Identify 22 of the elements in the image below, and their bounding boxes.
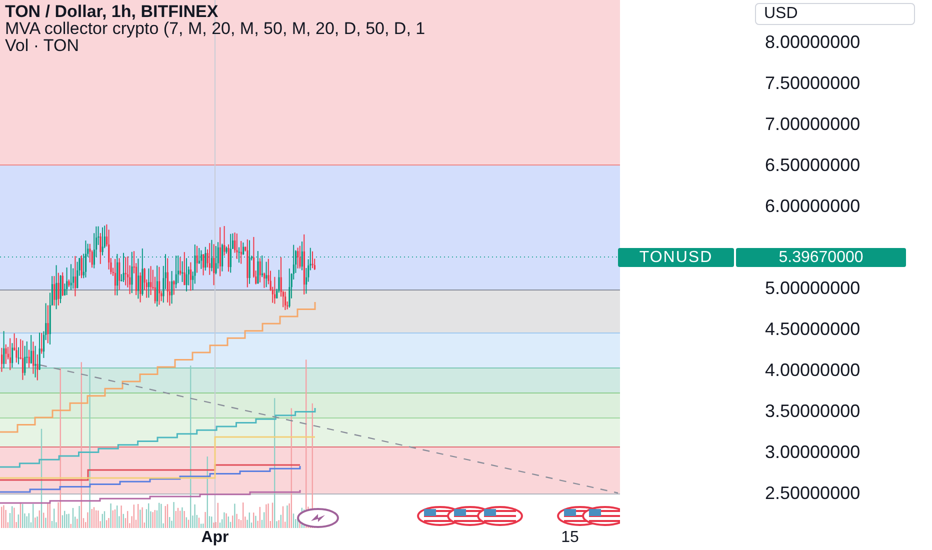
indicator-label: MVA collector crypto (7, M, 20, M, 50, M, 20, D, 50, D, 1 (5, 20, 426, 37)
price-axis-label: 3.50000000 (765, 400, 862, 423)
price-axis-label: 5.00000000 (765, 277, 862, 300)
price-axis-label: 8.00000000 (765, 31, 862, 54)
price-axis-label: 7.50000000 (765, 72, 862, 95)
chart-title: TON / Dollar, 1h, BITFINEX (5, 3, 220, 20)
price-axis-label: 2.50000000 (765, 482, 862, 505)
flag-icon (477, 506, 523, 526)
symbol-tag: TONUSD (618, 248, 734, 267)
price-axis-label: 4.50000000 (765, 318, 862, 341)
price-axis-label: 4.00000000 (765, 359, 862, 382)
price-axis-label: 6.50000000 (765, 154, 862, 177)
time-axis-label: Apr (201, 529, 229, 547)
price-axis-label: 6.00000000 (765, 195, 862, 218)
currency-selector[interactable]: USD (755, 3, 915, 25)
time-axis-label: 15 (561, 529, 579, 547)
volume-label: Vol · TON (5, 37, 80, 54)
lightning-icon (297, 508, 339, 528)
price-axis-label: 7.00000000 (765, 113, 862, 136)
price-tag: 5.39670000 (736, 248, 906, 267)
flag-icon (582, 506, 620, 526)
price-axis-label: 3.00000000 (765, 441, 862, 464)
